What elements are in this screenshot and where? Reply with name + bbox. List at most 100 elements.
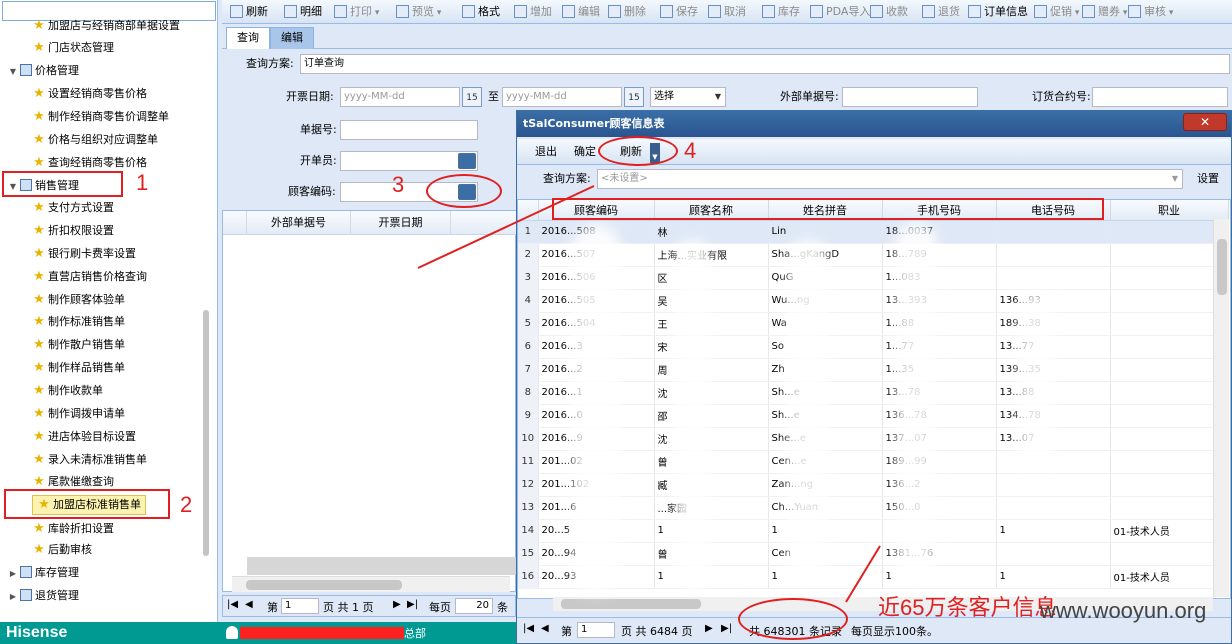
page-input[interactable]: 1 — [281, 598, 319, 614]
first-page-icon[interactable]: |◀ — [227, 599, 238, 610]
toolbar-button[interactable]: 退货 — [922, 3, 960, 21]
date-from-input[interactable]: yyyy-MM-dd — [340, 87, 460, 107]
tree-item[interactable]: ★ 后勤审核 — [32, 540, 92, 560]
tree-item[interactable]: ★ 制作样品销售单 — [32, 358, 125, 378]
toolbar-button[interactable]: 取消 — [708, 3, 746, 21]
chevron-down-icon[interactable]: ▾ — [1072, 8, 1080, 18]
table-row[interactable]: 52016...504王Wa1...88189...38 — [518, 312, 1229, 336]
doc-no-input[interactable] — [340, 120, 478, 140]
last-page-icon[interactable]: ▶| — [721, 623, 732, 634]
toolbar-button[interactable]: 刷新 — [230, 3, 268, 21]
tree-item[interactable]: ★ 制作散户销售单 — [32, 335, 125, 355]
grid-hscrollbar[interactable] — [232, 576, 510, 592]
dialog-scheme-input[interactable]: <未设置> ▼ — [597, 169, 1183, 189]
toolbar-button[interactable]: 增加 — [514, 3, 552, 21]
table-row[interactable]: 82016...1沈Sh...e13...7813...88 — [518, 381, 1229, 405]
close-icon[interactable]: ✕ — [1183, 113, 1227, 131]
toolbar-button[interactable]: 明细 — [284, 3, 322, 21]
toolbar-button[interactable]: 打印 ▾ — [334, 3, 379, 21]
toolbar-button[interactable]: 编辑 — [562, 3, 600, 21]
prev-page-icon[interactable]: ◀ — [541, 623, 549, 634]
date-to-input[interactable]: yyyy-MM-dd — [502, 87, 622, 107]
tree-item[interactable]: ★ 录入未清标准销售单 — [32, 450, 147, 470]
tree-item[interactable]: ★ 门店状态管理 — [32, 38, 114, 58]
tree-item-label: 制作顾客体验单 — [48, 293, 125, 306]
calendar-icon[interactable]: 15 — [624, 87, 644, 107]
contract-input[interactable] — [1092, 87, 1228, 107]
chevron-right-icon[interactable]: ▶ — [8, 587, 18, 607]
ext-no-input[interactable] — [842, 87, 978, 107]
tree-item[interactable]: ▼ 价格管理 — [8, 61, 79, 81]
scheme-input[interactable]: 订单查询 — [300, 54, 1230, 74]
table-row[interactable]: 14 20...5 1 1 1 01-技术人员 — [518, 519, 1229, 543]
table-row[interactable]: 102016...9沈She...e137...0713...07 — [518, 427, 1229, 451]
toolbar-button[interactable]: 格式 — [462, 3, 500, 21]
tree-item[interactable]: ▶ 库存管理 — [8, 563, 79, 583]
toolbar-button[interactable]: 赠券 ▾ — [1082, 3, 1127, 21]
next-page-icon[interactable]: ▶ — [705, 623, 713, 634]
tree-item[interactable]: ★ 价格与组织对应调整单 — [32, 130, 158, 150]
table-row[interactable]: 13201...6...家园Ch...Yuan150...0 — [518, 496, 1229, 520]
tree-item[interactable]: ★ 制作经销商零售价调整单 — [32, 107, 169, 127]
toolbar-button[interactable]: 预览 ▾ — [396, 3, 441, 21]
toolbar-button[interactable]: 订单信息 — [968, 3, 1028, 21]
chevron-down-icon[interactable]: ▾ — [1120, 8, 1128, 18]
scroll-thumb[interactable] — [561, 599, 701, 609]
tree-item[interactable]: ★ 折扣权限设置 — [32, 221, 114, 241]
scroll-thumb[interactable] — [246, 580, 402, 590]
tree-item[interactable]: ★ 制作调拨申请单 — [32, 404, 125, 424]
toolbar-button[interactable]: PDA导入 — [810, 3, 870, 21]
toolbar-button[interactable]: 删除 — [608, 3, 646, 21]
table-row[interactable]: 32016...506区QuG1...083 — [518, 266, 1229, 290]
table-row[interactable]: 62016...3宋So1...7713...77 — [518, 335, 1229, 359]
toolbar-button[interactable]: 库存 — [762, 3, 800, 21]
table-row[interactable]: 92016...0邵Sh...e136...78134...78 — [518, 404, 1229, 428]
tab-edit[interactable]: 编辑 — [270, 27, 314, 49]
last-page-icon[interactable]: ▶| — [407, 599, 418, 610]
confirm-button[interactable]: 确定 — [574, 143, 596, 161]
table-row[interactable]: 12016...508林Lin18...0037 — [518, 220, 1229, 244]
date-range-select[interactable]: 选择 ▼ — [650, 87, 726, 107]
table-row[interactable]: 42016...505吴Wu...ng13...393136...93 — [518, 289, 1229, 313]
chevron-right-icon[interactable]: ▶ — [8, 564, 18, 584]
tree-item[interactable]: ★ 银行刷卡费率设置 — [32, 244, 136, 264]
grid-vscrollbar[interactable] — [1213, 219, 1229, 597]
page-input[interactable]: 1 — [577, 622, 615, 638]
table-row[interactable]: 72016...2周Zh1...35139...35 — [518, 358, 1229, 382]
tree-item[interactable]: ★ 加盟店与经销商部单据设置 — [32, 16, 180, 36]
toolbar-button[interactable]: 促销 ▾ — [1034, 3, 1079, 21]
scroll-thumb[interactable] — [1217, 239, 1227, 295]
tab-query[interactable]: 查询 — [226, 27, 270, 49]
next-page-icon[interactable]: ▶ — [393, 599, 401, 610]
tree-item[interactable]: ★ 库龄折扣设置 — [32, 519, 114, 539]
chevron-down-icon[interactable]: ▾ — [372, 8, 380, 18]
toolbar-button[interactable]: 保存 — [660, 3, 698, 21]
prev-page-icon[interactable]: ◀ — [245, 599, 253, 610]
tree-item[interactable]: ★ 设置经销商零售价格 — [32, 84, 147, 104]
chevron-down-icon[interactable]: ▾ — [434, 8, 442, 18]
tree-item[interactable]: ★ 制作标准销售单 — [32, 312, 125, 332]
chevron-down-icon[interactable]: ▼ — [8, 62, 18, 82]
tree-item[interactable]: ★ 制作顾客体验单 — [32, 290, 125, 310]
picker-icon[interactable] — [458, 153, 476, 169]
tree-item[interactable]: ★ 制作收款单 — [32, 381, 103, 401]
toolbar-button[interactable]: 审核 ▾ — [1128, 3, 1173, 21]
toolbar-button[interactable]: 收款 — [870, 3, 908, 21]
tree-scrollbar[interactable] — [203, 310, 209, 556]
settings-button[interactable]: 设置 — [1197, 169, 1219, 189]
tree-item[interactable]: ★ 直营店销售价格查询 — [32, 267, 147, 287]
tree-item[interactable]: ★ 支付方式设置 — [32, 198, 114, 218]
tree-item[interactable]: ▶ 退货管理 — [8, 586, 79, 606]
tree-item[interactable]: ★ 查询经销商零售价格 — [32, 153, 147, 173]
per-page-input[interactable]: 20 — [455, 598, 493, 614]
grid-column-header[interactable]: 职业 — [1110, 200, 1229, 221]
calendar-icon[interactable]: 15 — [462, 87, 482, 107]
first-page-icon[interactable]: |◀ — [523, 623, 534, 634]
table-row[interactable]: 22016...507上海...实业有限Sha...gKangD18...789 — [518, 243, 1229, 267]
grid-col-ext-no[interactable]: 外部单据号 — [247, 211, 351, 235]
table-row[interactable]: 12201...102臧Zan...ng136...2 — [518, 473, 1229, 497]
table-row[interactable]: 11201...02曾Cen...e189...99 — [518, 450, 1229, 474]
tree-item[interactable]: ★ 进店体验目标设置 — [32, 427, 136, 447]
chevron-down-icon[interactable]: ▾ — [1166, 8, 1174, 18]
exit-button[interactable]: 退出 — [535, 143, 557, 161]
